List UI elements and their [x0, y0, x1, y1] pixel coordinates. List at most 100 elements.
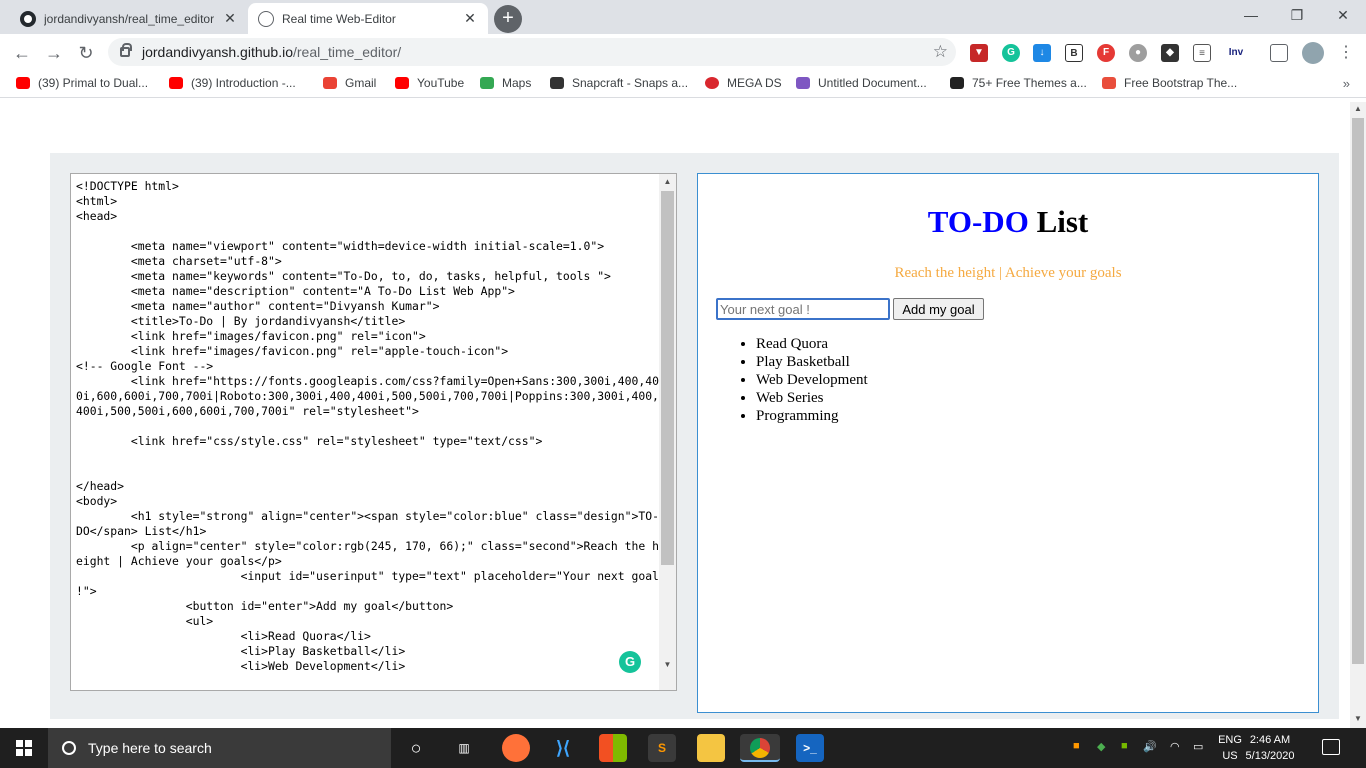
- tab-real-time-editor[interactable]: Real time Web-Editor ✕: [248, 3, 488, 34]
- bookmark-item[interactable]: Gmail: [323, 76, 376, 90]
- bookmark-label: (39) Introduction -...: [191, 76, 296, 90]
- grammarly-extension-icon[interactable]: G: [1002, 44, 1020, 62]
- close-window-button[interactable]: ✕: [1320, 0, 1366, 30]
- editor-scrollbar[interactable]: ▲ ▼: [659, 174, 676, 690]
- bookmark-item[interactable]: (39) Introduction -...: [169, 76, 296, 90]
- list-item[interactable]: Play Basketball: [756, 353, 868, 371]
- cast-icon[interactable]: [1270, 44, 1288, 62]
- tab-strip: jordandivyansh/real_time_editor ✕ Real t…: [0, 0, 1366, 34]
- battery-icon[interactable]: ▭: [1193, 740, 1203, 753]
- notification-center-icon[interactable]: [1322, 739, 1340, 755]
- page-scrollbar[interactable]: ▲ ▼: [1350, 102, 1366, 728]
- cortana-icon[interactable]: ○: [402, 734, 430, 762]
- tab-title: jordandivyansh/real_time_editor: [44, 11, 215, 26]
- list-item[interactable]: Web Development: [756, 371, 868, 389]
- add-goal-button[interactable]: Add my goal: [893, 298, 984, 320]
- youtube-icon: [16, 77, 30, 89]
- bookmark-label: Maps: [502, 76, 532, 90]
- vscode-icon[interactable]: ⟩⟨: [549, 734, 577, 762]
- code-text[interactable]: <!DOCTYPE html> <html> <head> <meta name…: [76, 179, 661, 674]
- b-extension-icon[interactable]: B: [1065, 44, 1083, 62]
- gray-extension-icon[interactable]: ●: [1129, 44, 1147, 62]
- list-item[interactable]: Web Series: [756, 389, 868, 407]
- file-explorer-icon[interactable]: [697, 734, 725, 762]
- scroll-down-arrow-icon[interactable]: ▼: [659, 660, 676, 669]
- list-item[interactable]: Programming: [756, 407, 868, 425]
- bookmark-item[interactable]: Snapcraft - Snaps a...: [550, 76, 688, 90]
- tray-app-icon[interactable]: ■: [1073, 740, 1080, 752]
- wifi-icon[interactable]: ◠: [1170, 740, 1180, 753]
- bookmark-item[interactable]: (39) Primal to Dual...: [16, 76, 148, 90]
- close-icon[interactable]: ✕: [222, 10, 238, 27]
- bookmark-item[interactable]: Untitled Document...: [796, 76, 927, 90]
- flipkart-extension-icon[interactable]: F: [1097, 44, 1115, 62]
- bookmark-item[interactable]: 75+ Free Themes a...: [950, 76, 1087, 90]
- restore-button[interactable]: ❐: [1274, 0, 1320, 30]
- minimize-button[interactable]: —: [1228, 0, 1274, 30]
- goal-input[interactable]: [716, 298, 890, 320]
- code-editor-textarea[interactable]: <!DOCTYPE html> <html> <head> <meta name…: [70, 173, 677, 691]
- snapcraft-icon: [550, 77, 564, 89]
- cube-extension-icon[interactable]: ◆: [1161, 44, 1179, 62]
- title-highlight: TO-DO: [927, 204, 1029, 239]
- page-subtitle: Reach the height | Achieve your goals: [894, 265, 1122, 281]
- grammarly-icon[interactable]: G: [619, 651, 641, 673]
- forward-button[interactable]: →: [40, 40, 68, 66]
- lock-icon[interactable]: [120, 43, 132, 57]
- scroll-up-arrow-icon[interactable]: ▲: [1350, 104, 1366, 113]
- windows-taskbar: Type here to search ○ ▥ ⟩⟨ S >_ ■ ◆ ■ 🔊 …: [0, 728, 1366, 768]
- bookmark-item[interactable]: YouTube: [395, 76, 464, 90]
- inv-extension-icon[interactable]: Inv: [1224, 44, 1248, 62]
- goal-list: Read Quora Play Basketball Web Developme…: [756, 335, 868, 425]
- new-tab-button[interactable]: +: [494, 5, 522, 33]
- live-preview-panel: TO-DO List Reach the height | Achieve yo…: [697, 173, 1319, 713]
- bookmark-item[interactable]: Free Bootstrap The...: [1102, 76, 1237, 90]
- form-extension-icon[interactable]: ≡: [1193, 44, 1211, 62]
- bookmark-item[interactable]: Maps: [480, 76, 531, 90]
- start-button[interactable]: [0, 728, 48, 768]
- tab-github-repo[interactable]: jordandivyansh/real_time_editor ✕: [10, 3, 248, 34]
- scroll-down-arrow-icon[interactable]: ▼: [1350, 714, 1366, 723]
- taskbar-search-box[interactable]: Type here to search: [48, 728, 391, 768]
- bookmarks-bar: (39) Primal to Dual... (39) Introduction…: [0, 72, 1366, 98]
- bookmark-star-icon[interactable]: ☆: [933, 42, 948, 62]
- reload-button[interactable]: ↻: [72, 40, 100, 66]
- input-language[interactable]: ENG US: [1215, 732, 1245, 764]
- chrome-icon[interactable]: [740, 734, 780, 762]
- youtube-icon: [395, 77, 409, 89]
- mega-icon: [705, 77, 719, 89]
- avatar[interactable]: [1302, 42, 1324, 64]
- task-view-icon[interactable]: ▥: [450, 734, 478, 762]
- shield-extension-icon[interactable]: ▼: [970, 44, 988, 62]
- language-label: ENG: [1218, 734, 1242, 746]
- gmail-icon: [323, 77, 337, 89]
- search-placeholder: Type here to search: [88, 740, 212, 756]
- editor-container: <!DOCTYPE html> <html> <head> <meta name…: [50, 153, 1339, 719]
- list-item[interactable]: Read Quora: [756, 335, 868, 353]
- powershell-icon[interactable]: >_: [796, 734, 824, 762]
- sublime-text-icon[interactable]: S: [648, 734, 676, 762]
- menu-icon[interactable]: ⋮: [1332, 40, 1360, 66]
- url-path: /real_time_editor/: [293, 44, 402, 60]
- page-viewport: <!DOCTYPE html> <html> <head> <meta name…: [0, 102, 1350, 728]
- close-icon[interactable]: ✕: [462, 10, 478, 27]
- office-icon[interactable]: [599, 734, 627, 762]
- nvidia-icon[interactable]: ■: [1121, 740, 1128, 752]
- page-scrollbar-thumb[interactable]: [1352, 118, 1364, 664]
- clock-time: 2:46 AM: [1249, 734, 1291, 746]
- scroll-up-arrow-icon[interactable]: ▲: [659, 177, 676, 186]
- editor-scrollbar-thumb[interactable]: [661, 191, 674, 565]
- bookmarks-overflow-button[interactable]: »: [1343, 76, 1350, 91]
- bookmark-label: (39) Primal to Dual...: [38, 76, 149, 90]
- page-title: TO-DO List: [698, 204, 1318, 240]
- youtube-icon: [169, 77, 183, 89]
- volume-icon[interactable]: 🔊: [1143, 740, 1157, 753]
- address-bar[interactable]: jordandivyansh.github.io /real_time_edit…: [108, 38, 956, 66]
- system-clock[interactable]: 2:46 AM 5/13/2020: [1245, 732, 1295, 764]
- firefox-icon[interactable]: [502, 734, 530, 762]
- tray-app-icon[interactable]: ◆: [1097, 740, 1105, 753]
- bookmark-item[interactable]: MEGA DS: [705, 76, 782, 90]
- back-button[interactable]: ←: [8, 40, 36, 66]
- download-extension-icon[interactable]: ↓: [1033, 44, 1051, 62]
- bookmark-label: Untitled Document...: [818, 76, 927, 90]
